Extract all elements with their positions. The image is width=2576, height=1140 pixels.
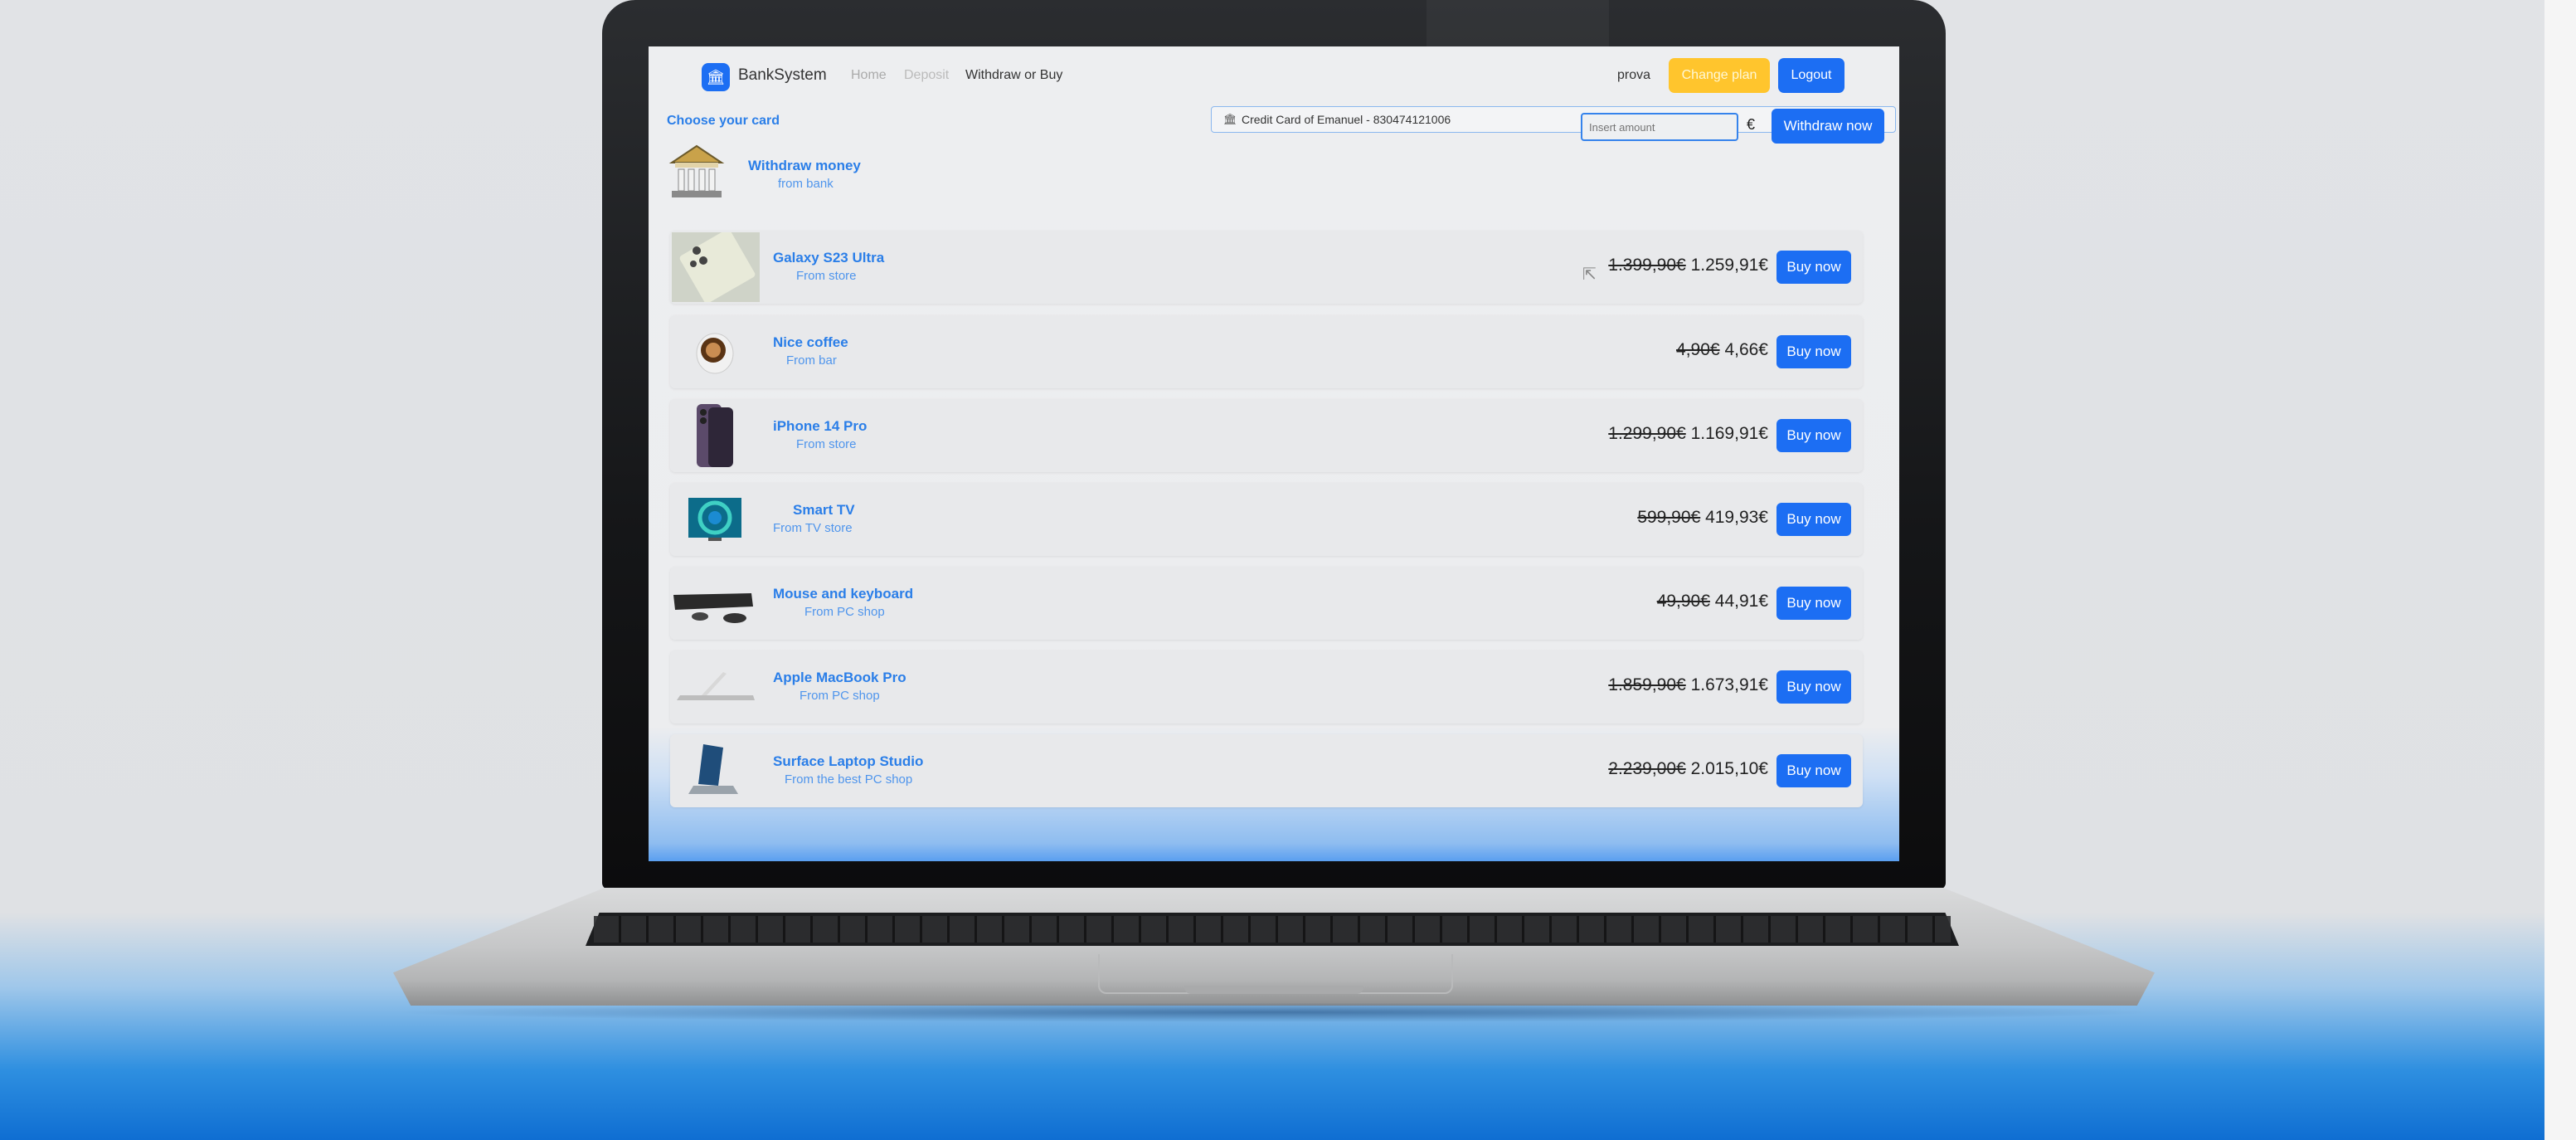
- laptop-notch: [1184, 986, 1363, 994]
- product-row: Mouse and keyboard From PC shop 49,90€ 4…: [670, 567, 1863, 640]
- keyboard-keys: [594, 916, 1951, 943]
- product-price: 1.299,90€ 1.169,91€: [1608, 424, 1768, 444]
- old-price: 2.239,00€: [1608, 759, 1686, 778]
- card-bank-icon: 🏛: [1223, 113, 1237, 125]
- new-price: 1.169,91€: [1690, 424, 1768, 443]
- product-name[interactable]: Surface Laptop Studio: [773, 753, 923, 770]
- buy-now-button[interactable]: Buy now: [1776, 670, 1851, 704]
- laptop-image: [688, 744, 738, 794]
- product-row: Galaxy S23 Ultra From store 1.399,90€ 1.…: [670, 231, 1863, 304]
- product-name[interactable]: Galaxy S23 Ultra: [773, 250, 884, 266]
- laptop-screen: 🏛 BankSystem Home Deposit Withdraw or Bu…: [649, 46, 1899, 861]
- old-price: 1.299,90€: [1608, 424, 1686, 443]
- buy-now-button[interactable]: Buy now: [1776, 503, 1851, 536]
- buy-now-button[interactable]: Buy now: [1776, 251, 1851, 284]
- new-price: 419,93€: [1705, 508, 1768, 527]
- product-name[interactable]: Apple MacBook Pro: [773, 670, 906, 686]
- product-source: From store: [796, 437, 857, 451]
- laptop-image: [677, 672, 755, 700]
- product-price: 1.859,90€ 1.673,91€: [1608, 675, 1768, 695]
- bank-building-icon: [668, 144, 725, 197]
- product-price: 2.239,00€ 2.015,10€: [1608, 759, 1768, 779]
- nav-home[interactable]: Home: [851, 68, 887, 83]
- brand-name[interactable]: BankSystem: [738, 66, 827, 85]
- phone-image: [672, 232, 760, 302]
- product-row: Apple MacBook Pro From PC shop 1.859,90€…: [670, 650, 1863, 723]
- bank-logo-icon: 🏛: [702, 63, 730, 91]
- product-price: 599,90€ 419,93€: [1637, 508, 1768, 528]
- new-price: 1.673,91€: [1690, 675, 1768, 694]
- old-price: 1.399,90€: [1608, 256, 1686, 275]
- nav-withdraw-or-buy[interactable]: Withdraw or Buy: [965, 68, 1062, 83]
- choose-card-label: Choose your card: [667, 114, 780, 128]
- old-price: 1.859,90€: [1608, 675, 1686, 694]
- product-row: Nice coffee From bar 4,90€ 4,66€ Buy now: [670, 315, 1863, 388]
- change-plan-button[interactable]: Change plan: [1669, 58, 1770, 93]
- product-price: 4,90€ 4,66€: [1676, 340, 1768, 360]
- product-source: From TV store: [773, 521, 853, 535]
- product-name[interactable]: iPhone 14 Pro: [773, 418, 867, 435]
- old-price: 4,90€: [1676, 340, 1720, 359]
- coffee-image: [696, 333, 734, 374]
- new-price: 1.259,91€: [1690, 256, 1768, 275]
- nav-deposit[interactable]: Deposit: [904, 68, 949, 83]
- withdraw-now-button[interactable]: Withdraw now: [1772, 109, 1884, 144]
- old-price: 49,90€: [1656, 592, 1710, 611]
- withdraw-subtitle: from bank: [778, 177, 834, 191]
- buy-now-button[interactable]: Buy now: [1776, 335, 1851, 368]
- product-source: From bar: [786, 353, 837, 368]
- product-row: iPhone 14 Pro From store 1.299,90€ 1.169…: [670, 399, 1863, 472]
- laptop-shadow: [386, 1002, 2161, 1022]
- product-source: From the best PC shop: [785, 772, 913, 787]
- product-name[interactable]: Smart TV: [793, 502, 855, 519]
- buy-now-button[interactable]: Buy now: [1776, 419, 1851, 452]
- new-price: 44,91€: [1714, 592, 1768, 611]
- navbar: 🏛 BankSystem Home Deposit Withdraw or Bu…: [649, 46, 1899, 110]
- phone-image: [697, 404, 733, 467]
- right-edge-strip: [2544, 0, 2576, 1140]
- username: prova: [1617, 68, 1651, 82]
- card-select-value: Credit Card of Emanuel - 830474121006: [1242, 113, 1451, 126]
- product-source: From PC shop: [800, 689, 880, 703]
- mouse-cursor-icon: ⇱: [1582, 266, 1597, 284]
- product-row: Surface Laptop Studio From the best PC s…: [670, 734, 1863, 807]
- product-row: Smart TV From TV store 599,90€ 419,93€ B…: [670, 483, 1863, 556]
- product-price: 49,90€ 44,91€: [1657, 592, 1768, 611]
- product-name[interactable]: Nice coffee: [773, 334, 848, 351]
- buy-now-button[interactable]: Buy now: [1776, 587, 1851, 620]
- old-price: 599,90€: [1637, 508, 1701, 527]
- lid-reflection: [1427, 0, 1609, 50]
- tv-image: [688, 498, 741, 541]
- currency-symbol: €: [1747, 116, 1756, 133]
- buy-now-button[interactable]: Buy now: [1776, 754, 1851, 787]
- keyboard-image: [673, 593, 753, 623]
- product-price: 1.399,90€ 1.259,91€: [1608, 256, 1768, 275]
- new-price: 4,66€: [1724, 340, 1768, 359]
- withdraw-row: Withdraw money from bank: [657, 138, 1893, 212]
- amount-input[interactable]: [1581, 113, 1738, 141]
- product-source: From PC shop: [804, 605, 885, 619]
- new-price: 2.015,10€: [1690, 759, 1768, 778]
- product-source: From store: [796, 269, 857, 283]
- product-name[interactable]: Mouse and keyboard: [773, 586, 913, 602]
- logout-button[interactable]: Logout: [1778, 58, 1845, 93]
- withdraw-title: Withdraw money: [748, 158, 861, 173]
